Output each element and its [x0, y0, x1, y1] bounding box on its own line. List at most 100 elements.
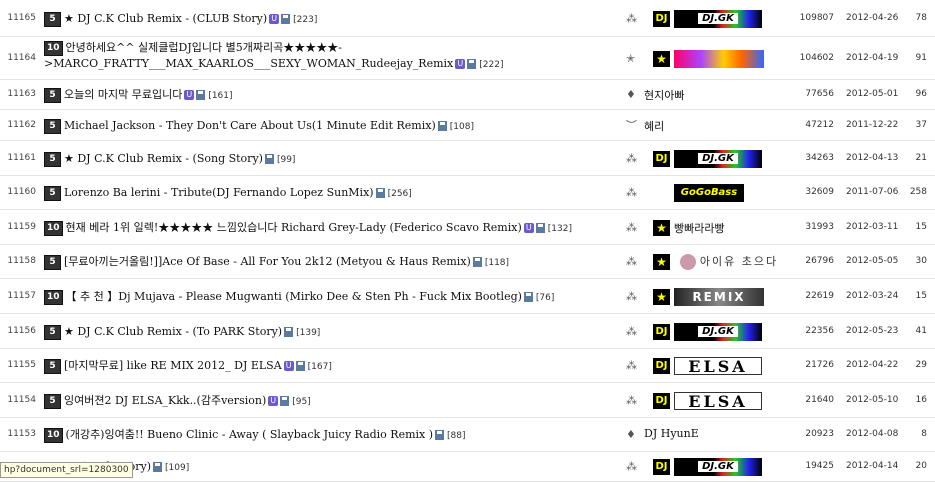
post-row[interactable]: 11164 10 안녕하세요^^ 실제클럽DJ입니다 별5개짜리곡★★★★★->MA…	[0, 37, 935, 80]
post-title-cell[interactable]: 10 안녕하세요^^ 실제클럽DJ입니다 별5개짜리곡★★★★★->MARCO_F…	[44, 40, 584, 73]
post-row[interactable]: emix - (Fuck Story)[109]⁂DJDJ.GK19425201…	[0, 452, 935, 482]
post-date: 2012-04-08	[846, 429, 899, 439]
post-number: 11154	[7, 395, 36, 405]
member-level-icon: ✭	[626, 52, 636, 65]
comment-count[interactable]: [108]	[450, 122, 474, 132]
post-title-cell[interactable]: 5 Lorenzo Ba lerini - Tribute(DJ Fernando…	[44, 185, 584, 202]
view-count: 22356	[805, 326, 834, 336]
post-title-cell[interactable]: 5 ★ DJ C.K Club Remix - (Song Story) [99]	[44, 151, 584, 168]
vote-count: 37	[915, 120, 927, 130]
post-title-cell[interactable]: 5 [무료아끼는거올림!]]Ace Of Base - All For You 2…	[44, 254, 584, 271]
post-row[interactable]: 11163 5 오늘의 마지막 무료입니다 U [161] ♦ 현지아빠 77656 2012-…	[0, 80, 935, 110]
post-date: 2012-04-13	[846, 153, 899, 163]
post-row[interactable]: 11161 5 ★ DJ C.K Club Remix - (Song Story)…	[0, 141, 935, 176]
author-banner[interactable]: ELSA	[674, 357, 762, 375]
comment-count[interactable]: [118]	[485, 258, 509, 268]
post-number: 11155	[7, 360, 36, 370]
comment-count[interactable]: [88]	[447, 431, 465, 441]
post-title-link[interactable]: 【 추 천 】Dj Mujava - Please Mugwanti (Mirk…	[66, 290, 522, 303]
post-title-cell[interactable]: 5 잉여버젼2 DJ ELSA_Kkk..(감주version) U [95]	[44, 393, 584, 410]
author-banner[interactable]: DJ.GK	[674, 150, 762, 168]
post-row[interactable]: 11157 10 【 추 천 】Dj Mujava - Please Mugwant…	[0, 279, 935, 314]
dj-badge-icon: DJ	[653, 459, 670, 475]
author-name[interactable]: 빵빠라라빵	[674, 220, 725, 236]
file-icon	[280, 396, 290, 406]
post-title-cell[interactable]: 5 오늘의 마지막 무료입니다 U [161]	[44, 87, 584, 104]
comment-count[interactable]: [95]	[292, 397, 310, 407]
member-level-icon: ︶	[626, 119, 637, 132]
author-banner[interactable]: 아이유 초으다	[674, 253, 784, 271]
post-row[interactable]: 11153 10 (개강추)잉여춤!! Bueno Clinic - Away ( …	[0, 418, 935, 452]
banner-text: REMIX	[692, 290, 746, 304]
comment-count[interactable]: [167]	[308, 362, 332, 372]
star-badge-icon: ★	[653, 254, 670, 270]
post-row[interactable]: 11155 5 [마지막무료] like RE MIX 2012_ DJ ELSA U…	[0, 349, 935, 383]
author-name[interactable]: 혜리	[644, 118, 664, 134]
level-badge: 10	[44, 220, 63, 236]
post-title-link[interactable]: 잉여버젼2 DJ ELSA_Kkk..(감주version)	[64, 394, 266, 407]
post-number: 11161	[7, 153, 36, 163]
post-row[interactable]: 11154 5 잉여버젼2 DJ ELSA_Kkk..(감주version) U [95…	[0, 383, 935, 418]
file-icon	[196, 90, 206, 100]
post-title-link[interactable]: ★ DJ C.K Club Remix - (To PARK Story)	[64, 325, 282, 338]
post-date: 2012-05-10	[846, 395, 899, 405]
comment-count[interactable]: [161]	[208, 91, 232, 101]
post-date: 2012-05-01	[846, 89, 899, 99]
author-banner[interactable]: DJ.GK	[674, 10, 762, 28]
post-title-cell[interactable]: 10 (개강추)잉여춤!! Bueno Clinic - Away ( Slayb…	[44, 427, 584, 444]
post-title-link[interactable]: ★ DJ C.K Club Remix - (CLUB Story)	[64, 12, 267, 25]
post-row[interactable]: 11159 10 현재 베라 1위 일렉!★★★★★ 느낌있습니다 Richard …	[0, 210, 935, 245]
author-name[interactable]: 현지아빠	[644, 87, 684, 103]
post-title-cell[interactable]: 10 현재 베라 1위 일렉!★★★★★ 느낌있습니다 Richard Grey-…	[44, 220, 584, 237]
member-level-icon: ⁂	[626, 186, 637, 199]
post-title-link[interactable]: Michael Jackson - They Don't Care About …	[64, 119, 436, 132]
post-row[interactable]: 11165 5 ★ DJ C.K Club Remix - (CLUB Story)…	[0, 0, 935, 37]
comment-count[interactable]: [76]	[536, 293, 554, 303]
post-title-link[interactable]: 안녕하세요^^ 실제클럽DJ입니다 별5개짜리곡★★★★★->MARCO_FRA…	[44, 41, 453, 70]
post-title-cell[interactable]: 5 ★ DJ C.K Club Remix - (To PARK Story) [1…	[44, 324, 584, 341]
post-title-cell[interactable]: 10 【 추 천 】Dj Mujava - Please Mugwanti (Mi…	[44, 289, 584, 306]
member-level-icon: ⁂	[626, 221, 637, 234]
upload-icon: U	[184, 90, 195, 100]
post-row[interactable]: 11156 5 ★ DJ C.K Club Remix - (To PARK Sto…	[0, 314, 935, 349]
comment-count[interactable]: [99]	[277, 155, 295, 165]
author-banner[interactable]: ELSA	[674, 392, 762, 410]
post-row[interactable]: 11158 5 [무료아끼는거올림!]]Ace Of Base - All For …	[0, 245, 935, 279]
member-level-icon: ⁂	[626, 325, 637, 338]
post-title-link[interactable]: [무료아끼는거올림!]]Ace Of Base - All For You 2k…	[64, 255, 471, 268]
member-level-icon: ⁂	[626, 152, 637, 165]
comment-count[interactable]: [109]	[165, 463, 189, 473]
comment-count[interactable]: [222]	[479, 60, 503, 70]
post-title-cell[interactable]: 5 Michael Jackson - They Don't Care About…	[44, 118, 584, 135]
post-title-link[interactable]: 현재 베라 1위 일렉!★★★★★ 느낌있습니다 Richard Grey-La…	[66, 221, 522, 234]
banner-text: DJ.GK	[698, 326, 738, 337]
post-number: 11153	[7, 429, 36, 439]
author-banner[interactable]	[674, 50, 764, 68]
author-banner[interactable]: DJ.GK	[674, 458, 762, 476]
author-banner[interactable]: DJ.GK	[674, 323, 762, 341]
post-row[interactable]: 11162 5 Michael Jackson - They Don't Care …	[0, 110, 935, 141]
comment-count[interactable]: [256]	[388, 189, 412, 199]
post-row[interactable]: 11160 5 Lorenzo Ba lerini - Tribute(DJ Fer…	[0, 176, 935, 210]
author-banner[interactable]: REMIX	[674, 288, 764, 306]
post-number: 11157	[7, 291, 36, 301]
post-title-link[interactable]: [마지막무료] like RE MIX 2012_ DJ ELSA	[64, 359, 282, 372]
file-icon	[295, 361, 305, 371]
post-title-link[interactable]: (개강추)잉여춤!! Bueno Clinic - Away ( Slaybac…	[66, 428, 434, 441]
post-title-link[interactable]: ★ DJ C.K Club Remix - (Song Story)	[64, 152, 263, 165]
comment-count[interactable]: [132]	[548, 224, 572, 234]
file-icon	[284, 327, 294, 337]
comment-count[interactable]: [223]	[293, 15, 317, 25]
view-count: 104602	[799, 53, 834, 63]
post-title-cell[interactable]: 5 ★ DJ C.K Club Remix - (CLUB Story) U [223…	[44, 11, 584, 28]
vote-count: 30	[915, 256, 927, 266]
view-count: 109807	[799, 13, 834, 23]
author-banner[interactable]: GoGoBass	[674, 184, 744, 202]
author-name[interactable]: DJ HyunE	[644, 427, 699, 440]
view-count: 31993	[805, 222, 834, 232]
post-title-link[interactable]: Lorenzo Ba lerini - Tribute(DJ Fernando …	[64, 186, 374, 199]
post-title-cell[interactable]: 5 [마지막무료] like RE MIX 2012_ DJ ELSA U [167]	[44, 358, 584, 375]
post-title-link[interactable]: 오늘의 마지막 무료입니다	[64, 88, 182, 101]
member-level-icon: ⁂	[626, 290, 637, 303]
comment-count[interactable]: [139]	[296, 328, 320, 338]
